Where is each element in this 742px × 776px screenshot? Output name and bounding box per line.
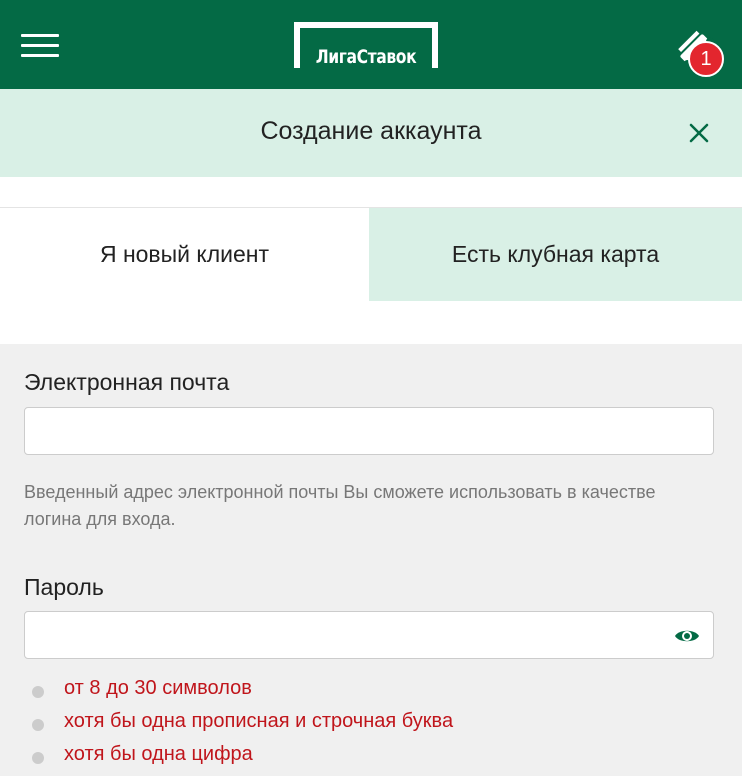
tab-new-client[interactable]: Я новый клиент — [0, 208, 369, 301]
email-label: Электронная почта — [24, 369, 230, 395]
email-hint: Введенный адрес электронной почты Вы смо… — [24, 482, 656, 529]
bullet-icon — [32, 752, 44, 764]
password-input[interactable] — [24, 611, 714, 659]
requirement-text: хотя бы одна цифра — [64, 743, 253, 765]
bullet-icon — [32, 686, 44, 698]
app-header: ЛигаСтавок 1 — [0, 0, 742, 89]
page-title: Создание аккаунта — [260, 117, 482, 145]
tabs: Я новый клиент Есть клубная карта — [0, 207, 742, 344]
menu-icon[interactable] — [21, 34, 59, 58]
coupon-count-badge: 1 — [688, 41, 724, 77]
bullet-icon — [32, 719, 44, 731]
eye-icon[interactable] — [674, 626, 700, 646]
logo[interactable]: ЛигаСтавок — [294, 22, 438, 68]
tab-club-card[interactable]: Есть клубная карта — [369, 208, 742, 301]
requirement-text: хотя бы одна прописная и строчная буква — [64, 710, 454, 732]
password-label: Пароль — [24, 574, 104, 600]
logo-text: ЛигаСтавок — [315, 46, 417, 68]
requirement-text: от 8 до 30 символов — [64, 677, 252, 699]
spacer — [0, 177, 742, 207]
email-input[interactable] — [24, 407, 714, 455]
close-icon[interactable] — [686, 120, 712, 146]
modal-title-bar: Создание аккаунта — [0, 89, 742, 177]
